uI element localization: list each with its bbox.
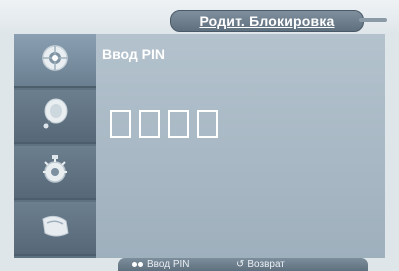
return-label: Возврат bbox=[247, 259, 285, 270]
pin-digit-box[interactable] bbox=[168, 110, 189, 138]
frame-left bbox=[0, 34, 14, 258]
page-title: Родит. Блокировка bbox=[199, 13, 335, 29]
sidebar bbox=[14, 34, 96, 258]
osd-screen: Родит. Блокировка Ввод PIN Ввод PIN ↺ Во… bbox=[0, 0, 399, 271]
setup-icon bbox=[38, 211, 72, 246]
return-hint[interactable]: ↺ Возврат bbox=[236, 258, 285, 271]
sidebar-item-picture[interactable] bbox=[14, 34, 96, 88]
pin-digit-box[interactable] bbox=[197, 110, 218, 138]
panel-background bbox=[96, 34, 385, 258]
enter-pin-hint: Ввод PIN bbox=[132, 258, 190, 271]
main-panel: Ввод PIN bbox=[96, 34, 385, 258]
channel-icon bbox=[40, 152, 70, 193]
pin-digit-box[interactable] bbox=[139, 110, 160, 138]
sidebar-item-setup[interactable] bbox=[14, 202, 96, 256]
sound-icon bbox=[40, 97, 70, 136]
picture-icon bbox=[40, 43, 70, 78]
title-decoration bbox=[359, 18, 387, 22]
return-icon: ↺ bbox=[236, 259, 245, 270]
pin-digit-box[interactable] bbox=[110, 110, 131, 138]
footer: Ввод PIN ↺ Возврат bbox=[0, 258, 399, 271]
footer-hint-bar: Ввод PIN ↺ Возврат bbox=[118, 258, 368, 271]
pin-entry[interactable] bbox=[110, 110, 218, 138]
enter-pin-label: Ввод PIN bbox=[147, 259, 190, 271]
frame-right bbox=[385, 34, 399, 258]
sidebar-item-channel[interactable] bbox=[14, 146, 96, 200]
sidebar-item-sound[interactable] bbox=[14, 90, 96, 144]
pin-heading: Ввод PIN bbox=[102, 46, 166, 62]
title-bar: Родит. Блокировка bbox=[0, 0, 399, 34]
title-pill: Родит. Блокировка bbox=[170, 10, 364, 32]
number-keys-icon bbox=[132, 258, 144, 271]
